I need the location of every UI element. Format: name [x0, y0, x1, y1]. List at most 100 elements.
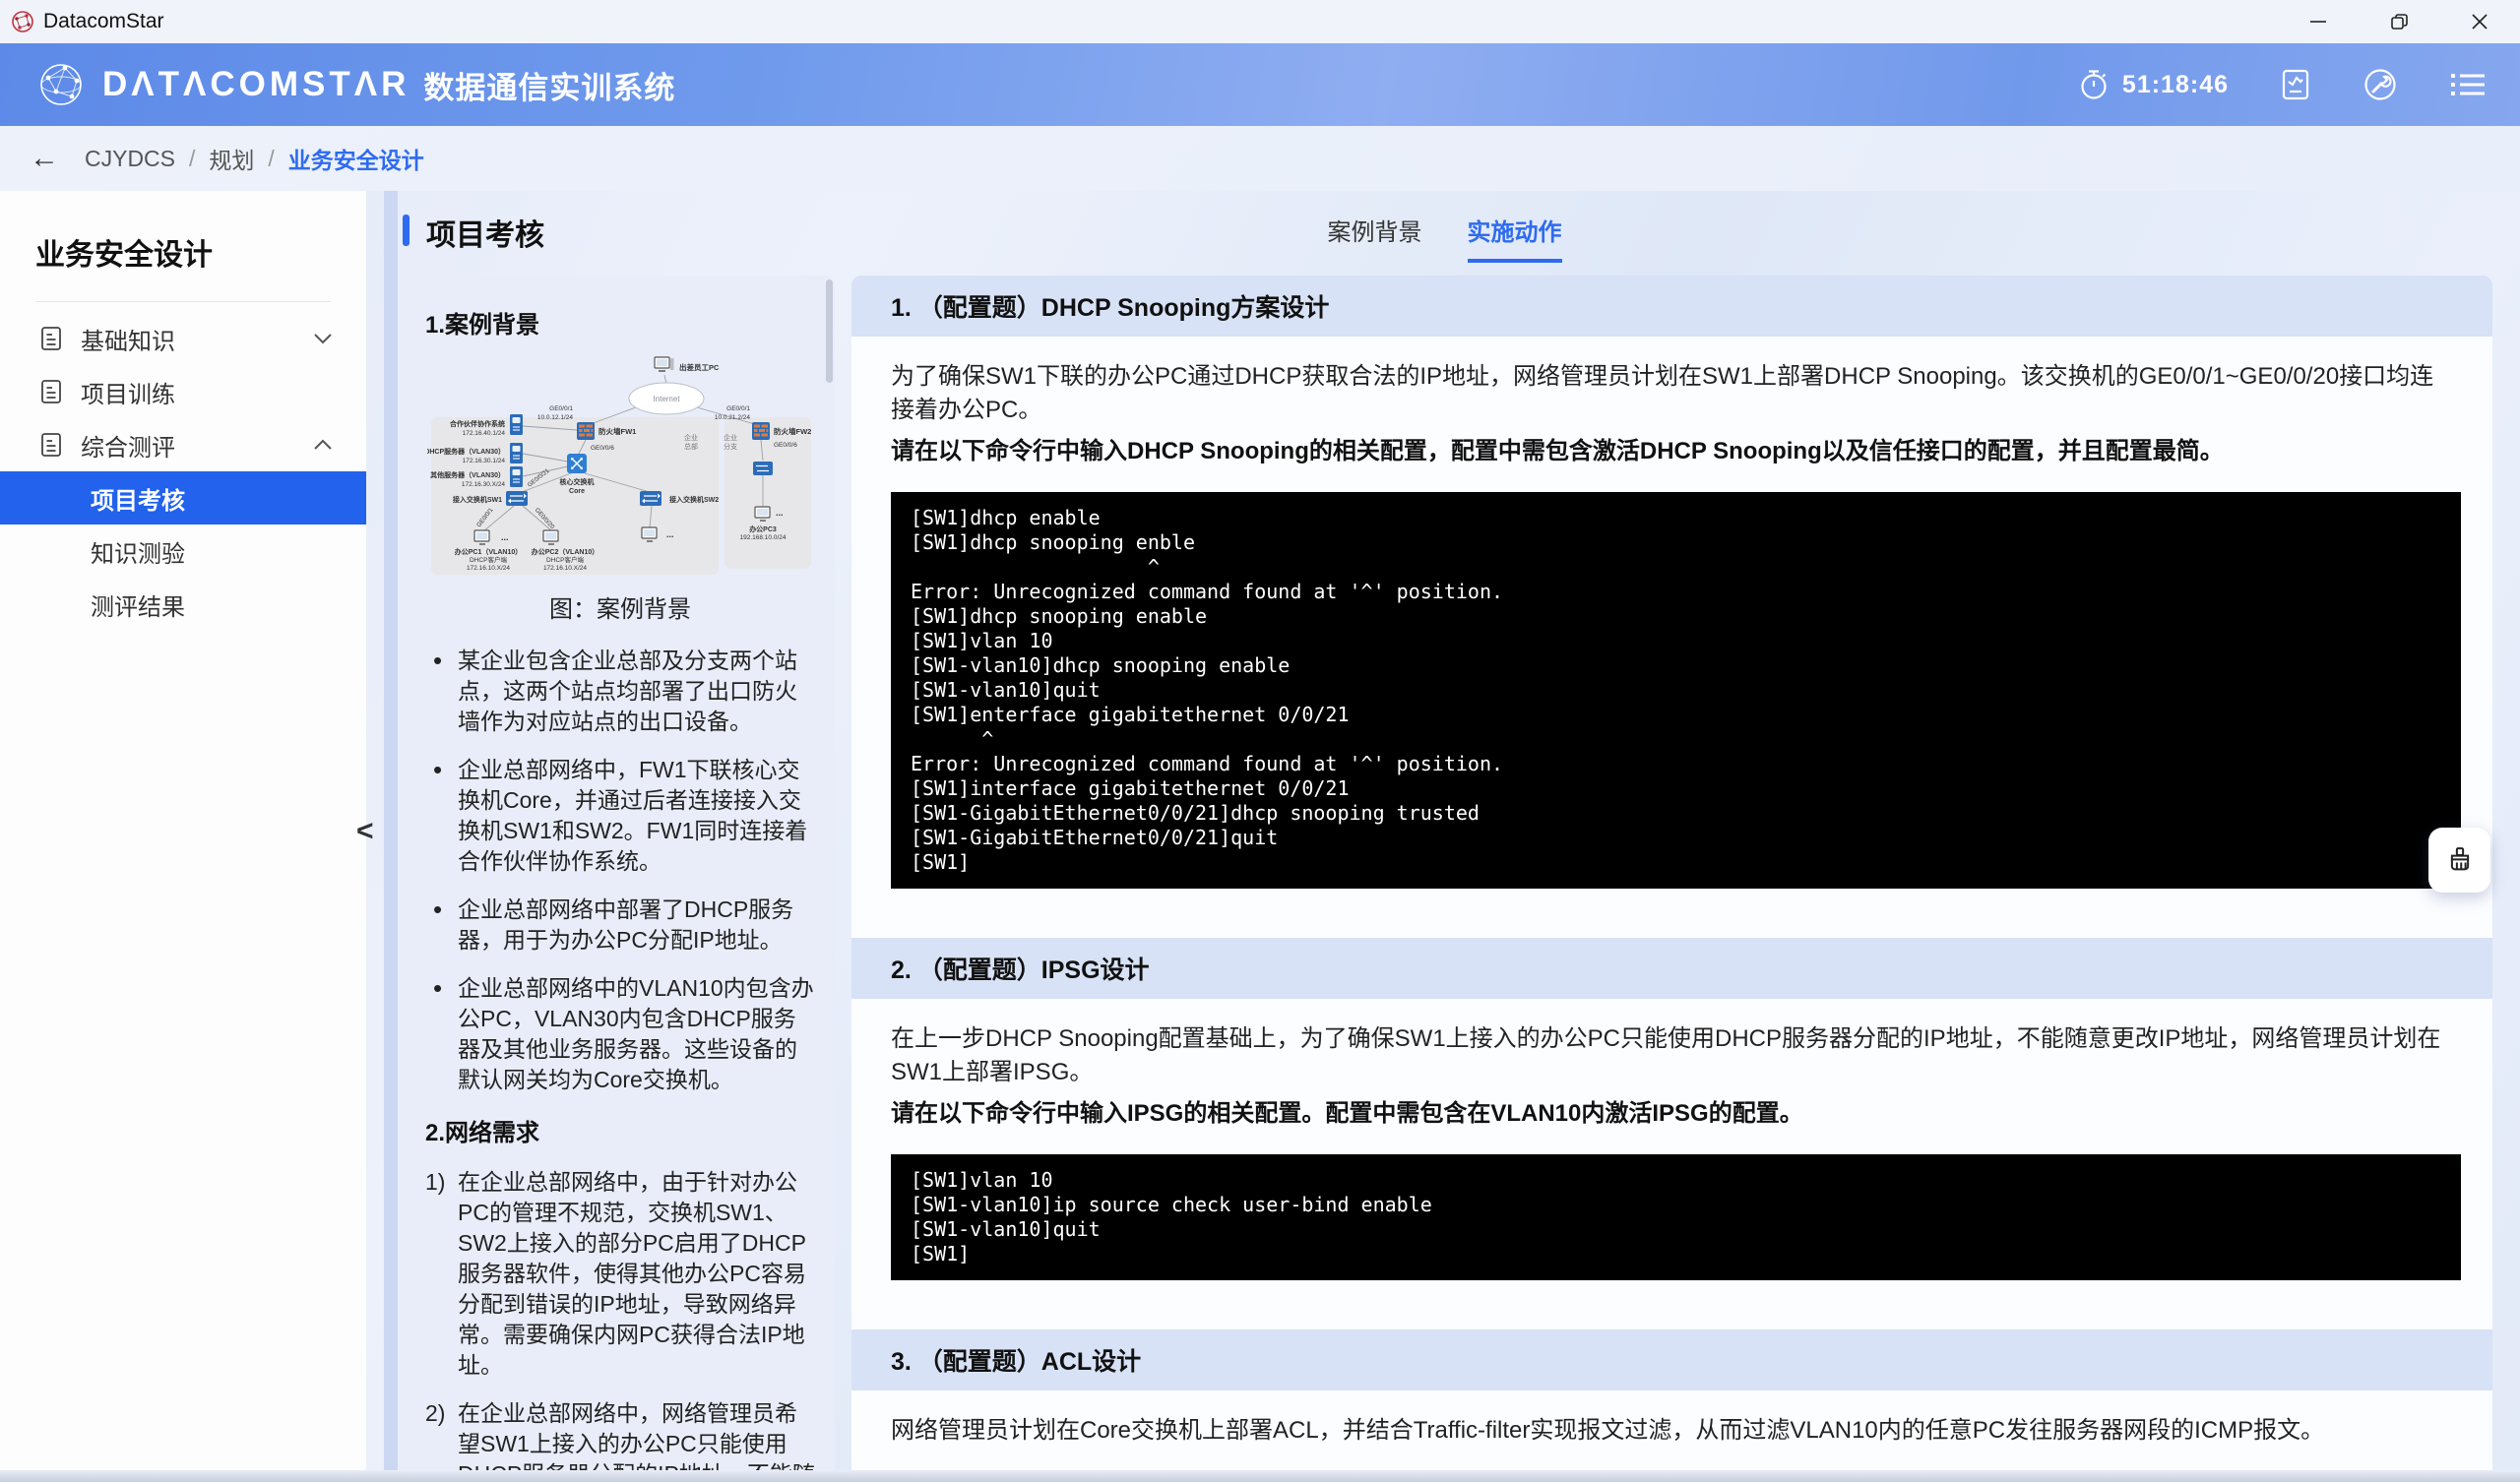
clear-terminal-button[interactable] [2428, 828, 2490, 893]
case-bullet: 企业总部网络中的VLAN10内包含办公PC，VLAN30内包含DHCP服务器及其… [425, 973, 815, 1095]
workspace: 业务安全设计 基础知识 项目训练 综合测评 [0, 191, 2520, 1482]
sidebar-item-label: 项目训练 [81, 375, 175, 409]
tools-button[interactable] [2362, 67, 2398, 102]
branch-site-box [724, 417, 811, 569]
diagram-label: 核心交换机 [560, 477, 595, 486]
diagram-label: 防火墙FW1 [598, 426, 636, 436]
case-panel-scrollbar[interactable] [826, 279, 833, 383]
diagram-label: 办公PC3 [749, 525, 777, 533]
question-2-header: 2. （配置题）IPSG设计 [851, 938, 2492, 999]
broom-icon [2445, 845, 2475, 875]
cli-terminal-1[interactable]: [SW1]dhcp enable [SW1]dhcp snooping enbl… [891, 492, 2461, 889]
question-title: 1. （配置题）DHCP Snooping方案设计 [891, 288, 1329, 324]
sidebar: 业务安全设计 基础知识 项目训练 综合测评 [0, 191, 366, 1482]
tab-case-background[interactable]: 案例背景 [1328, 213, 1422, 263]
remote-pc-icon [655, 357, 674, 371]
report-icon [2280, 68, 2311, 101]
firewall-fw1-icon [577, 422, 595, 440]
question-title: 2. （配置题）IPSG设计 [891, 951, 1150, 986]
diagram-label: 分支 [724, 442, 737, 451]
sidebar-subitem-results[interactable]: 测评结果 [0, 578, 366, 631]
diagram-label: DHCP服务器（VLAN30） [427, 447, 505, 456]
breadcrumb-separator: / [268, 146, 274, 172]
document-icon [39, 379, 63, 404]
question-3-body: 网络管理员计划在Core交换机上部署ACL，并结合Traffic-filter实… [851, 1390, 2492, 1457]
app-header: DΛTΛCOMSTΛR 数据通信实训系统 51:18:46 [0, 43, 2520, 126]
diagram-label: 接入交换机SW2 [669, 495, 719, 504]
diagram-label: 192.168.10.0/24 [740, 534, 787, 541]
tab-bar: 案例背景 实施动作 [397, 213, 2492, 263]
core-switch-icon [567, 454, 587, 473]
diagram-label: 出差员工PC [679, 362, 720, 372]
app-logo-icon [10, 9, 35, 34]
diagram-label: 其他服务器（VLAN30） [430, 470, 505, 479]
diagram-label: 172.16.10.X/24 [467, 565, 510, 572]
other-server-icon [510, 466, 523, 487]
sidebar-collapse-handle[interactable]: < [356, 815, 374, 848]
breadcrumb-item-cjydcs[interactable]: CJYDCS [85, 146, 175, 172]
case-bullet-list: 某企业包含企业总部及分支两个站点，这两个站点均部署了出口防火墙作为对应站点的出口… [425, 646, 815, 1095]
back-arrow-icon[interactable]: ← [30, 142, 59, 175]
question-3-header: 3. （配置题）ACL设计 [851, 1329, 2492, 1390]
question-body-text: 网络管理员计划在Core交换机上部署ACL，并结合Traffic-filter实… [891, 1414, 2453, 1448]
diagram-label: DHCP客户端 [546, 555, 584, 564]
case-bullet: 某企业包含企业总部及分支两个站点，这两个站点均部署了出口防火墙作为对应站点的出口… [425, 646, 815, 737]
timer-value: 51:18:46 [2122, 71, 2229, 99]
menu-list-button[interactable] [2449, 69, 2487, 100]
case-topology-figure: 出差员工PCInternetGE0/0/110.0.12.1/24防火墙FW1G… [427, 351, 813, 582]
requirement-item: 1) 在企业总部网络中，由于针对办公PC的管理不规范，交换机SW1、SW2上接入… [425, 1167, 815, 1381]
minimize-icon [2309, 13, 2327, 31]
window-bottom-edge [0, 1470, 2520, 1482]
tab-implementation[interactable]: 实施动作 [1468, 213, 1562, 263]
window-close-button[interactable] [2439, 0, 2520, 43]
diagram-label: ... [776, 508, 784, 518]
diagram-label: 合作伙伴协作系统 [449, 419, 505, 428]
sidebar-item-label: 基础知识 [81, 322, 175, 356]
window-restore-button[interactable] [2359, 0, 2439, 43]
sidebar-item-basics[interactable]: 基础知识 [0, 312, 366, 365]
diagram-label: Internet [653, 395, 680, 403]
report-button[interactable] [2280, 68, 2311, 101]
question-1-body: 为了确保SW1下联的办公PC通过DHCP获取合法的IP地址，网络管理员计划在SW… [851, 337, 2492, 938]
sidebar-subitem-knowledge-quiz[interactable]: 知识测验 [0, 525, 366, 578]
cli-terminal-2[interactable]: [SW1]vlan 10 [SW1-vlan10]ip source check… [891, 1154, 2461, 1280]
app-title: DatacomStar [43, 10, 164, 33]
question-instruction: 请在以下命令行中输入IPSG的相关配置。配置中需包含在VLAN10内激活IPSG… [891, 1097, 2453, 1131]
network-topology-diagram: 出差员工PCInternetGE0/0/110.0.12.1/24防火墙FW1G… [427, 351, 813, 582]
question-title: 3. （配置题）ACL设计 [891, 1342, 1141, 1378]
diagram-label: 企业 [684, 433, 698, 442]
requirement-text: 在企业总部网络中，由于针对办公PC的管理不规范，交换机SW1、SW2上接入的部分… [458, 1167, 815, 1381]
diagram-label: 总部 [684, 442, 698, 451]
diagram-label: GE0/0/6 [774, 442, 797, 449]
list-icon [2449, 69, 2487, 100]
diagram-label: GE0/0/1 [549, 405, 573, 412]
sidebar-item-training[interactable]: 项目训练 [0, 365, 366, 418]
brand-globe-icon [35, 59, 87, 110]
sidebar-subitem-project-exam[interactable]: 项目考核 [0, 471, 366, 525]
diagram-label: ... [501, 532, 509, 542]
sidebar-subitem-label: 项目考核 [91, 481, 185, 516]
document-icon [39, 432, 63, 458]
document-icon [39, 326, 63, 351]
diagram-label: GE0/0/1 [726, 405, 750, 412]
panel-divider-strip [384, 191, 398, 1482]
breadcrumb-item-plan[interactable]: 规划 [209, 142, 254, 175]
case-bullet: 企业总部网络中，FW1下联核心交换机Core，并通过后者连接接入交换机SW1和S… [425, 755, 815, 877]
sidebar-item-label: 综合测评 [81, 428, 175, 463]
partner-server-icon [510, 414, 523, 435]
diagram-label: GE0/0/6 [591, 445, 614, 452]
case-background-panel: 1.案例背景 [398, 276, 835, 1482]
question-1-header: 1. （配置题）DHCP Snooping方案设计 [851, 276, 2492, 337]
window-minimize-button[interactable] [2278, 0, 2359, 43]
case-section1-title: 1.案例背景 [425, 305, 815, 340]
branch-switch-icon [753, 462, 773, 475]
sidebar-subitem-label: 测评结果 [91, 587, 185, 622]
restore-icon [2390, 13, 2409, 31]
question-body-text: 为了确保SW1下联的办公PC通过DHCP获取合法的IP地址，网络管理员计划在SW… [891, 360, 2453, 427]
sidebar-item-assessment[interactable]: 综合测评 [0, 418, 366, 471]
case-section2-title: 2.网络需求 [425, 1113, 815, 1147]
breadcrumb-separator: / [189, 146, 195, 172]
os-titlebar: DatacomStar [0, 0, 2520, 43]
figure-caption: 图：案例背景 [425, 589, 815, 624]
chevron-down-icon [313, 333, 333, 344]
